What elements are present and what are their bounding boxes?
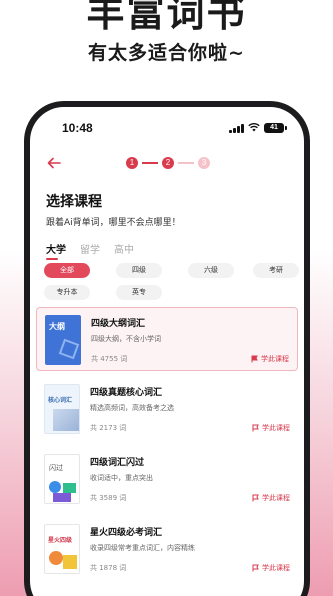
study-course-button[interactable]: 学此课程 xyxy=(251,354,289,364)
flag-icon xyxy=(252,494,259,502)
course-cover: 星火四级 xyxy=(44,524,80,574)
course-cover: 闪过 xyxy=(44,454,80,504)
course-title: 星火四级必考词汇 xyxy=(90,528,163,538)
study-course-label: 学此课程 xyxy=(262,494,290,502)
cover-label: 星火四级 xyxy=(48,537,73,544)
signal-icon xyxy=(229,124,244,133)
phone-frame: 10:48 41 1 2 3 选择课程 跟着Ai背单词，哪里不会点哪里！ 大学 xyxy=(24,101,310,596)
course-card[interactable]: 大纲 四级大纲词汇 四级大纲，不含小学词 共 4755 词 学此课程 xyxy=(36,307,298,371)
course-description: 收词适中，重点突出 xyxy=(90,474,153,482)
flag-icon xyxy=(252,564,259,572)
cover-label: 闪过 xyxy=(49,464,63,472)
course-card[interactable]: 核心词汇 四级真题核心词汇 精选高频词，高效备考之选 共 2173 词 学此课程 xyxy=(36,377,298,441)
back-arrow-icon[interactable] xyxy=(46,155,62,171)
study-course-button[interactable]: 学此课程 xyxy=(252,423,290,433)
step-1: 1 xyxy=(126,157,138,169)
filter-cet4[interactable]: 四级 xyxy=(116,263,162,278)
study-course-button[interactable]: 学此课程 xyxy=(252,563,290,573)
hero-title: 丰富词书 xyxy=(86,0,247,35)
study-course-label: 学此课程 xyxy=(261,355,289,363)
study-course-label: 学此课程 xyxy=(262,564,290,572)
progress-stepper: 1 2 3 xyxy=(126,157,210,169)
study-course-label: 学此课程 xyxy=(262,424,290,432)
course-description: 四级大纲，不含小学词 xyxy=(91,335,161,343)
filter-cet6[interactable]: 六级 xyxy=(188,263,234,278)
course-card[interactable]: 星火四级 星火四级必考词汇 收录四级常考重点词汇，内容精练 共 1878 词 学… xyxy=(36,517,298,581)
course-word-count: 共 2173 词 xyxy=(90,424,127,432)
cover-label: 核心词汇 xyxy=(48,397,73,404)
flag-icon xyxy=(252,424,259,432)
course-title: 四级词汇闪过 xyxy=(90,458,145,468)
filter-postgrad[interactable]: 考研 xyxy=(253,263,299,278)
page-title: 选择课程 xyxy=(46,194,102,210)
page-subtitle: 跟着Ai背单词，哪里不会点哪里！ xyxy=(46,218,181,228)
filter-english-major[interactable]: 英专 xyxy=(116,285,162,300)
hero-subtitle: 有太多适合你啦~ xyxy=(88,42,245,64)
step-connector xyxy=(142,162,158,164)
course-title: 四级真题核心词汇 xyxy=(90,388,163,398)
course-cover: 核心词汇 xyxy=(44,384,80,434)
battery-icon: 41 xyxy=(264,123,287,133)
status-time: 10:48 xyxy=(62,121,93,135)
course-title: 四级大纲词汇 xyxy=(91,319,146,329)
tab-university[interactable]: 大学 xyxy=(46,241,66,260)
course-card[interactable]: 闪过 四级词汇闪过 收词适中，重点突出 共 3589 词 学此课程 xyxy=(36,447,298,511)
course-word-count: 共 4755 词 xyxy=(91,355,128,363)
course-word-count: 共 3589 词 xyxy=(90,494,127,502)
course-description: 精选高频词，高效备考之选 xyxy=(90,404,174,412)
filter-upgrade[interactable]: 专升本 xyxy=(44,285,90,300)
step-2: 2 xyxy=(162,157,174,169)
tab-high-school[interactable]: 高中 xyxy=(114,241,134,260)
wifi-icon xyxy=(248,123,260,132)
course-word-count: 共 1878 词 xyxy=(90,564,127,572)
status-bar: 10:48 41 xyxy=(30,119,304,139)
cover-label: 大纲 xyxy=(49,322,65,331)
category-tabs: 大学 留学 高中 xyxy=(46,241,134,260)
filter-all[interactable]: 全部 xyxy=(44,263,90,278)
phone-screen: 10:48 41 1 2 3 选择课程 跟着Ai背单词，哪里不会点哪里！ 大学 xyxy=(30,107,304,596)
step-3: 3 xyxy=(198,157,210,169)
tab-study-abroad[interactable]: 留学 xyxy=(80,241,100,260)
study-course-button[interactable]: 学此课程 xyxy=(252,493,290,503)
flag-icon xyxy=(251,355,258,363)
course-cover: 大纲 xyxy=(45,315,81,365)
step-connector xyxy=(178,162,194,164)
course-description: 收录四级常考重点词汇，内容精练 xyxy=(90,544,195,552)
